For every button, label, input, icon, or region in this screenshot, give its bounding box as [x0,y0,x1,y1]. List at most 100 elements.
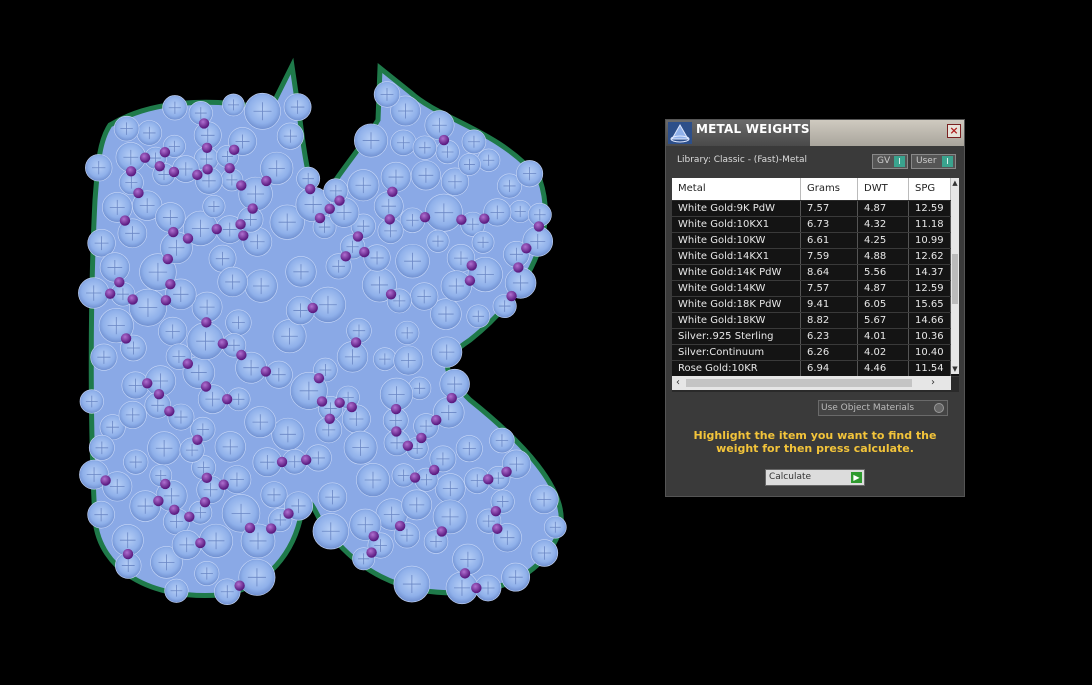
prong [153,495,164,507]
prong [304,183,316,195]
prong [228,144,240,156]
table-row[interactable]: Silver:Continuum 6.26 4.02 10.40 [672,345,959,361]
column-header-spg[interactable]: SPG [909,178,951,200]
prong [201,142,213,153]
calculate-label: Calculate [769,472,812,482]
prong [169,504,180,515]
toggle-indicator-icon: I [894,156,905,167]
prong [261,175,272,187]
grams-cell: 6.61 [801,233,858,248]
prong [168,166,180,178]
metal-cell: White Gold:14KW [672,281,801,296]
dwt-cell: 4.46 [858,361,909,376]
prong [265,523,277,534]
prong [211,223,222,235]
column-header-dwt[interactable]: DWT [858,178,909,200]
prong [195,537,206,549]
prong [100,475,111,486]
prong [521,243,532,254]
panel-titlebar[interactable]: METAL WEIGHTS × [666,120,964,146]
gv-toggle[interactable]: GV I [872,154,908,169]
prong [324,413,335,424]
table-row[interactable]: White Gold:9K PdW 7.57 4.87 12.59 [672,201,959,217]
prong [307,302,318,314]
table-row[interactable]: White Gold:18K PdW 9.41 6.05 15.65 [672,297,959,313]
panel-title: METAL WEIGHTS [696,122,810,136]
prong [394,520,406,532]
grams-cell: 8.64 [801,265,858,280]
radio-icon[interactable] [934,403,944,413]
prong [431,414,442,426]
grams-cell: 6.23 [801,329,858,344]
use-object-materials-option[interactable]: Use Object Materials [818,400,948,416]
table-row[interactable]: Rose Gold:10KR 6.94 4.46 11.54 [672,361,959,377]
table-row[interactable]: White Gold:14K PdW 8.64 5.56 14.37 [672,265,959,281]
grams-cell: 7.59 [801,249,858,264]
scroll-arrow-icon[interactable]: › [927,376,939,390]
spg-cell: 10.36 [909,329,951,344]
scroll-arrow-icon[interactable]: ▼ [951,364,959,374]
table-row[interactable]: White Gold:14KX1 7.59 4.88 12.62 [672,249,959,265]
metal-cell: White Gold:10KW [672,233,801,248]
close-icon[interactable]: × [947,124,961,138]
prong [217,338,229,349]
prong [316,396,328,407]
metal-cell: Rose Gold:10KR [672,361,801,376]
shape-logo-icon [668,122,692,144]
gv-toggle-label: GV [877,156,891,166]
instruction-text: Highlight the item you want to find the … [693,429,937,455]
prong [224,162,235,174]
vertical-scroll-thumb[interactable] [952,254,958,304]
dwt-cell: 4.02 [858,345,909,360]
table-row[interactable]: White Gold:18KW 8.82 5.67 14.66 [672,313,959,329]
prong [459,568,471,579]
spg-cell: 10.99 [909,233,951,248]
user-toggle[interactable]: User I [911,154,956,169]
table-header: Metal Grams DWT SPG [672,178,959,200]
prong [236,180,247,191]
prong [114,277,125,288]
dwt-cell: 4.87 [858,201,909,216]
prong [120,333,132,344]
prong [483,474,494,485]
prong [471,582,482,594]
calculate-button[interactable]: Calculate ▶ [765,469,865,486]
prong [122,548,134,560]
prong [391,426,402,437]
prong [221,394,233,405]
prong [200,381,212,392]
column-header-metal[interactable]: Metal [672,178,801,200]
dwt-cell: 4.87 [858,281,909,296]
scroll-arrow-icon[interactable]: ‹ [672,376,684,390]
prong [201,472,213,484]
prong [238,230,249,241]
prong [168,226,179,238]
prong [160,295,172,306]
vertical-scrollbar[interactable]: ▲ ▼ [951,178,959,374]
table-row[interactable]: White Gold:14KW 7.57 4.87 12.59 [672,281,959,297]
horizontal-scroll-thumb[interactable] [686,379,912,387]
table-row[interactable]: Silver:.925 Sterling 6.23 4.01 10.36 [672,329,959,345]
play-arrow-icon[interactable]: ▶ [851,472,862,483]
spg-cell: 11.54 [909,361,951,376]
prong [501,466,512,477]
metal-cell: White Gold:14KX1 [672,249,801,264]
prong [142,378,153,389]
spg-cell: 11.18 [909,217,951,232]
dwt-cell: 4.88 [858,249,909,264]
prong [127,294,138,305]
grams-cell: 6.94 [801,361,858,376]
viewport-3d[interactable] [0,0,640,685]
prong [236,349,247,361]
user-toggle-label: User [916,156,937,166]
scroll-arrow-icon[interactable]: ▲ [951,178,959,188]
prong [390,403,402,415]
table-row[interactable]: White Gold:10KW 6.61 4.25 10.99 [672,233,959,249]
prong [247,203,258,214]
prong [119,215,131,226]
table-row[interactable]: White Gold:10KX1 6.73 4.32 11.18 [672,217,959,233]
horizontal-scrollbar[interactable]: ‹ › [672,376,951,390]
prong [313,372,325,384]
column-header-grams[interactable]: Grams [801,178,858,200]
prong [260,366,272,377]
